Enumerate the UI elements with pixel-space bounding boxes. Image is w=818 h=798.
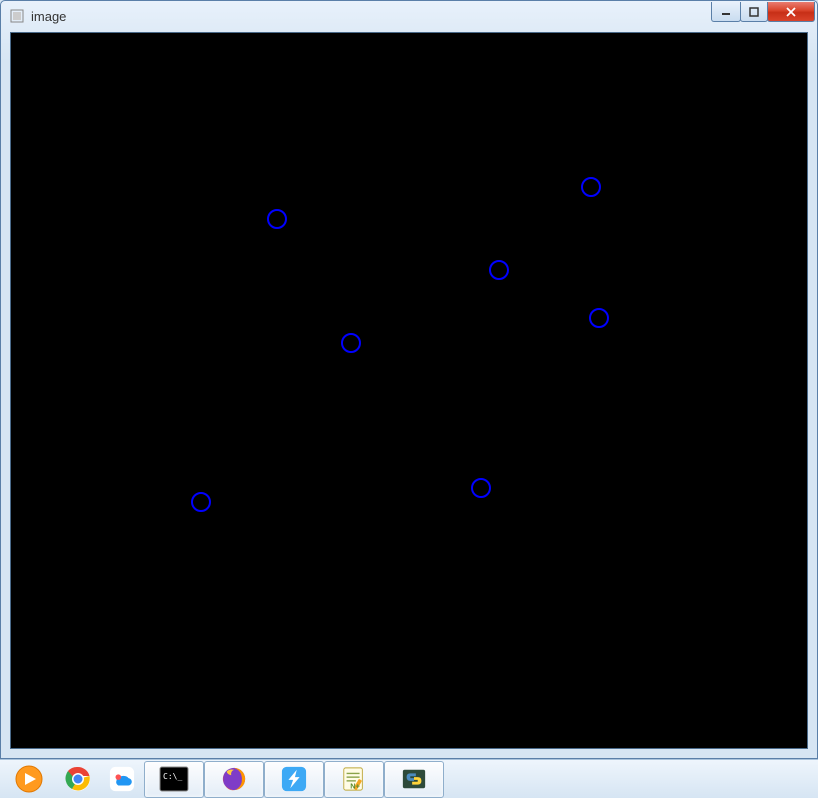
taskbar-item-thunder[interactable] bbox=[264, 761, 324, 798]
detected-circle bbox=[581, 177, 601, 197]
app-icon bbox=[9, 8, 25, 24]
window-title: image bbox=[31, 9, 66, 24]
firefox-icon bbox=[221, 766, 247, 792]
taskbar-item-command-prompt[interactable]: C:\_ bbox=[144, 761, 204, 798]
chrome-icon bbox=[65, 766, 91, 792]
taskbar-item-baidu-netdisk[interactable] bbox=[100, 761, 144, 798]
detected-circle bbox=[471, 478, 491, 498]
media-player-icon bbox=[14, 764, 44, 794]
baidu-netdisk-icon bbox=[109, 766, 135, 792]
svg-text:C:\_: C:\_ bbox=[163, 772, 182, 781]
taskbar-item-firefox[interactable] bbox=[204, 761, 264, 798]
close-button[interactable] bbox=[767, 2, 815, 22]
detected-circle bbox=[589, 308, 609, 328]
detected-circle bbox=[267, 209, 287, 229]
image-canvas bbox=[10, 32, 808, 749]
thunder-icon bbox=[281, 766, 307, 792]
application-window: image bbox=[0, 0, 818, 759]
svg-text:N+: N+ bbox=[350, 781, 360, 790]
detected-circle bbox=[191, 492, 211, 512]
taskbar-item-chrome[interactable] bbox=[56, 761, 100, 798]
titlebar[interactable]: image bbox=[1, 1, 817, 31]
window-controls bbox=[712, 2, 815, 22]
terminal-icon: C:\_ bbox=[159, 764, 189, 794]
taskbar-item-notepad-plus-plus[interactable]: N+ bbox=[324, 761, 384, 798]
maximize-button[interactable] bbox=[740, 2, 768, 22]
notepad-plus-plus-icon: N+ bbox=[341, 766, 367, 792]
taskbar[interactable]: C:\_ bbox=[0, 759, 818, 798]
python-icon bbox=[401, 766, 427, 792]
taskbar-item-media-player[interactable] bbox=[2, 761, 56, 798]
taskbar-item-python-idle[interactable] bbox=[384, 761, 444, 798]
minimize-button[interactable] bbox=[711, 2, 741, 22]
detected-circle bbox=[341, 333, 361, 353]
detected-circle bbox=[489, 260, 509, 280]
